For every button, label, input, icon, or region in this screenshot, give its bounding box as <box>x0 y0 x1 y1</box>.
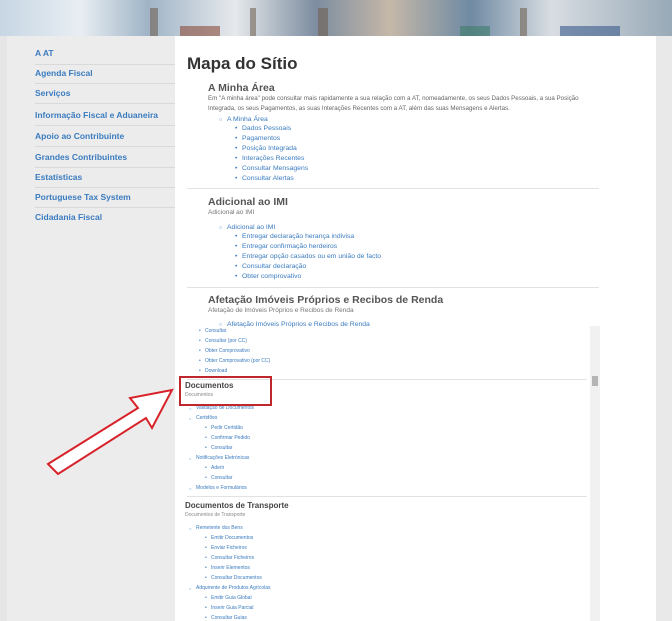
link-remetente-bens[interactable]: Remetente dos Bens <box>189 525 243 531</box>
banner-crane-shape <box>250 8 256 36</box>
link-dados-pessoais[interactable]: Dados Pessoais <box>235 125 291 132</box>
section-subtitle: Afetação de Imóveis Próprios e Recibos d… <box>208 307 354 314</box>
link-entregar-opcao-casados[interactable]: Entregar opção casados ou em união de fa… <box>235 253 381 260</box>
sidebar-item-agenda-fiscal[interactable]: Agenda Fiscal <box>35 64 177 83</box>
banner-crane-shape <box>150 8 158 36</box>
page-right-margin <box>656 36 672 621</box>
link-interacoes-recentes[interactable]: Interações Recentes <box>235 155 304 162</box>
link-emitir-guia-global[interactable]: Emitir Guia Global <box>205 595 252 601</box>
documentos-highlight-box <box>179 376 272 406</box>
sidebar-divider <box>35 125 175 126</box>
link-posicao-integrada[interactable]: Posição Integrada <box>235 145 297 152</box>
link-consultar-guias[interactable]: Consultar Guias <box>205 615 247 621</box>
section-title-adicional-imi: Adicional ao IMI <box>208 196 288 208</box>
link-notificacoes-eletronicas[interactable]: Notificações Eletrónicas <box>189 455 249 461</box>
sidebar-item-grandes-contribuintes[interactable]: Grandes Contribuintes <box>35 148 177 167</box>
section-subtitle: Adicional ao IMI <box>208 209 255 216</box>
link-consultar[interactable]: Consultar <box>205 475 233 481</box>
header-banner <box>0 0 672 36</box>
link-consultar-cc[interactable]: Consultar (por CC) <box>199 338 247 344</box>
banner-crane-shape <box>318 8 328 36</box>
section-description: Em "A minha área" pode consultar mais ra… <box>208 95 579 112</box>
link-confirmar-pedido[interactable]: Confirmar Pedido <box>205 435 250 441</box>
link-obter-comprovativo-cc[interactable]: Obter Comprovativo (por CC) <box>199 358 270 364</box>
link-aderir[interactable]: Aderir <box>205 465 225 471</box>
content-gutter <box>175 36 187 621</box>
link-consultar-mensagens[interactable]: Consultar Mensagens <box>235 165 308 172</box>
link-pagamentos[interactable]: Pagamentos <box>235 135 280 142</box>
section-title-a-minha-area: A Minha Área <box>208 82 275 94</box>
section-subtitle: Documentos de Transporte <box>185 512 246 518</box>
link-consultar-documentos[interactable]: Consultar Documentos <box>205 575 262 581</box>
link-enviar-ficheiros[interactable]: Enviar Ficheiros <box>205 545 247 551</box>
sidebar-divider <box>35 146 175 147</box>
banner-container-shape <box>560 26 620 36</box>
link-obter-comprovativo[interactable]: Obter comprovativo <box>235 273 301 280</box>
sidebar-item-estatisticas[interactable]: Estatísticas <box>35 168 177 187</box>
link-certidoes[interactable]: Certidões <box>189 415 218 421</box>
link-pedir-certidao[interactable]: Pedir Certidão <box>205 425 243 431</box>
section-divider <box>187 287 599 288</box>
link-obter-comprovativo[interactable]: Obter Comprovativo <box>199 348 250 354</box>
sidebar-nav: A AT Agenda Fiscal Serviços Informação F… <box>7 36 175 621</box>
link-adicional-imi[interactable]: Adicional ao IMI <box>219 224 275 231</box>
sitemap-content: Mapa do Sítio A Minha Área Em "A minha á… <box>185 36 656 621</box>
sidebar-item-apoio-contribuinte[interactable]: Apoio ao Contribuinte <box>35 127 177 146</box>
arrow-shape <box>46 388 174 476</box>
section-divider <box>187 188 599 189</box>
banner-crane-shape <box>520 8 527 36</box>
link-consultar[interactable]: Consultar <box>199 328 227 334</box>
banner-container-shape <box>180 26 220 36</box>
link-download[interactable]: Download <box>199 368 227 374</box>
link-afetacao[interactable]: Afetação Imóveis Próprios e Recibos de R… <box>219 321 370 328</box>
link-consultar-ficheiros[interactable]: Consultar Ficheiros <box>205 555 254 561</box>
link-entregar-declaracao-heranca[interactable]: Entregar declaração herança indivisa <box>235 233 354 240</box>
scrollbar-track[interactable] <box>590 326 600 621</box>
link-consultar-declaracao[interactable]: Consultar declaração <box>235 263 306 270</box>
scrollbar-thumb[interactable] <box>592 376 598 386</box>
sidebar-item-portuguese-tax-system[interactable]: Portuguese Tax System <box>35 188 177 207</box>
sidebar-item-servicos[interactable]: Serviços <box>35 84 177 103</box>
sidebar-item-cidadania-fiscal[interactable]: Cidadania Fiscal <box>35 208 177 227</box>
sidebar-item-informacao-fiscal[interactable]: Informação Fiscal e Aduaneira <box>35 106 177 125</box>
section-title-documentos-transporte: Documentos de Transporte <box>185 501 289 510</box>
link-emitir-documentos[interactable]: Emitir Documentos <box>205 535 253 541</box>
page-left-margin <box>0 36 7 621</box>
sidebar-item-a-at[interactable]: A AT <box>35 44 177 63</box>
link-modelos-formularios[interactable]: Modelos e Formulários <box>189 485 247 491</box>
link-consultar-alertas[interactable]: Consultar Alertas <box>235 175 294 182</box>
link-consultar[interactable]: Consultar <box>205 445 233 451</box>
sidebar-divider <box>35 103 175 104</box>
link-inserir-elementos[interactable]: Inserir Elementos <box>205 565 250 571</box>
page-title: Mapa do Sítio <box>187 54 298 73</box>
link-inserir-guia-parcial[interactable]: Inserir Guia Parcial <box>205 605 253 611</box>
banner-container-shape <box>460 26 490 36</box>
link-entregar-confirmacao-herdeiros[interactable]: Entregar confirmação herdeiros <box>235 243 337 250</box>
link-a-minha-area[interactable]: A Minha Área <box>219 116 268 123</box>
section-title-afetacao: Afetação Imóveis Próprios e Recibos de R… <box>208 294 444 306</box>
outline-arrow-icon <box>46 388 174 476</box>
section-divider <box>187 496 587 497</box>
link-adquirente-produtos-agricolas[interactable]: Adquirente de Produtos Agrícolas <box>189 585 270 591</box>
